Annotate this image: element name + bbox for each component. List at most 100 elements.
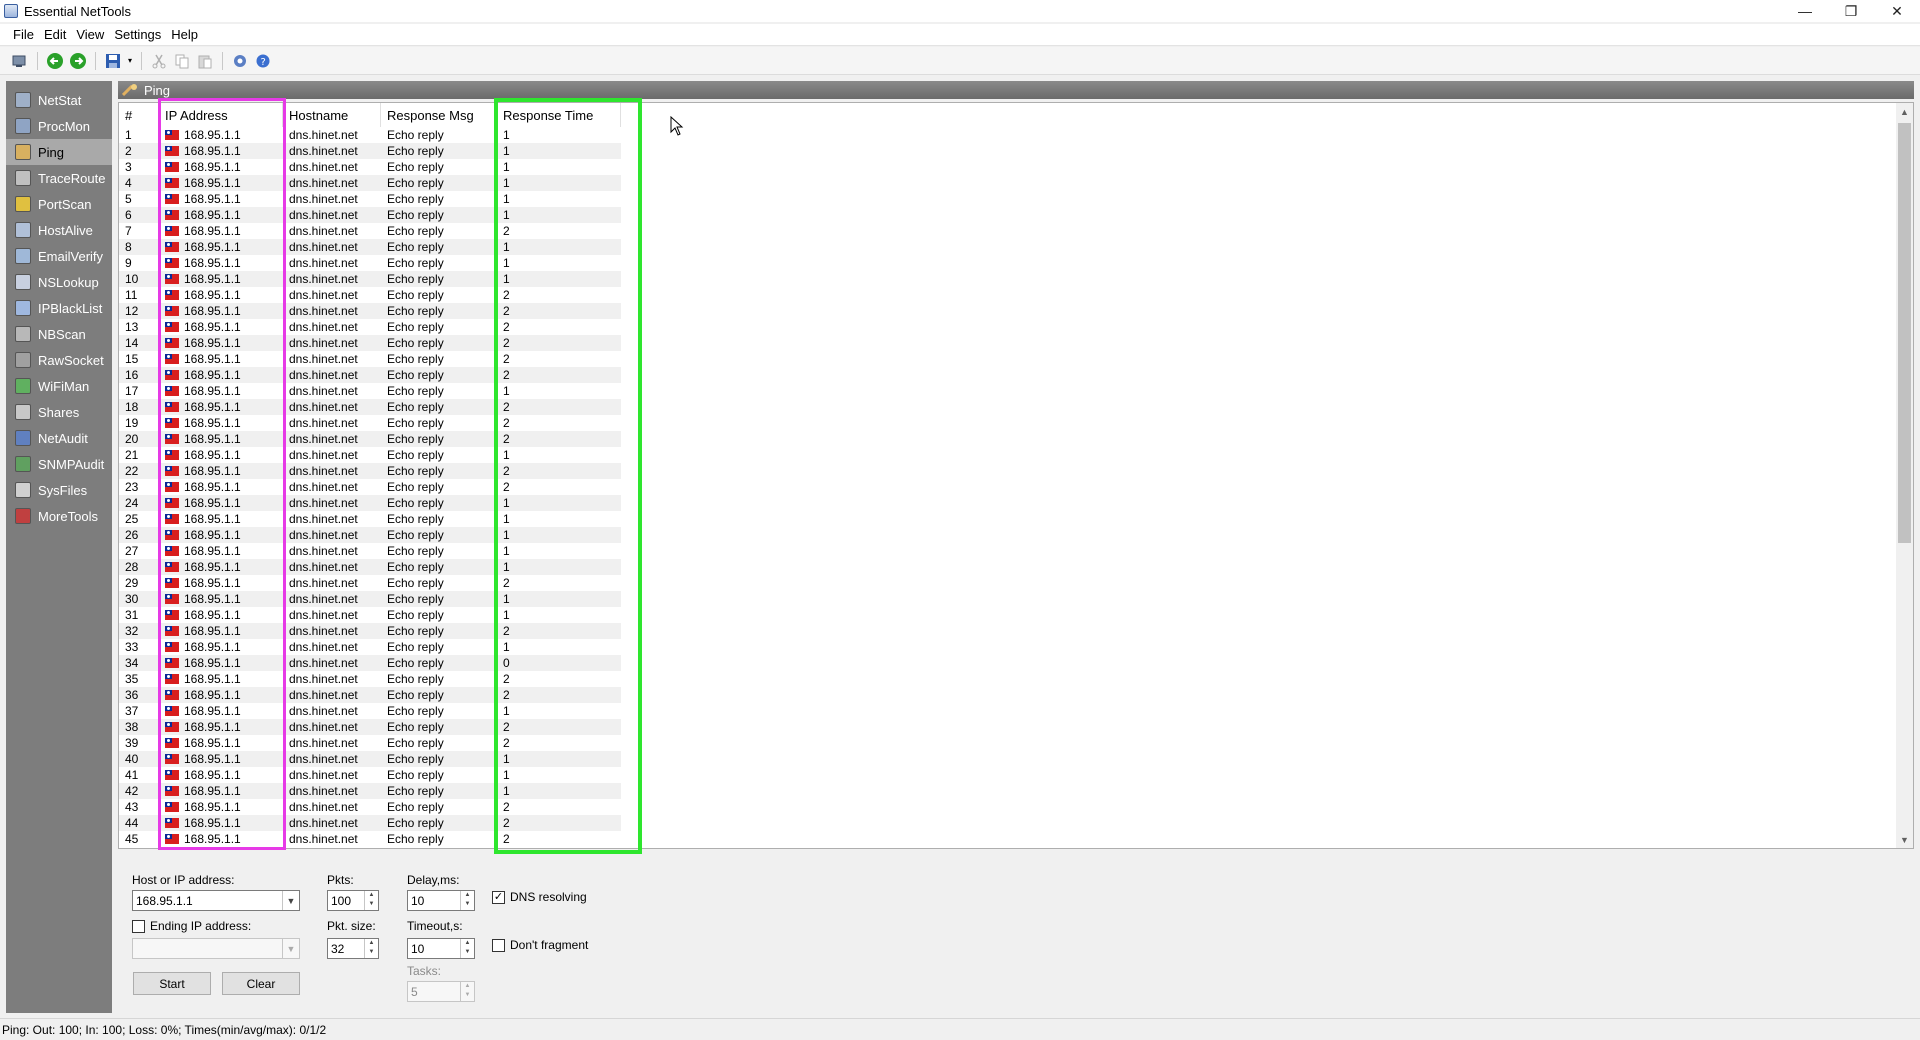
host-combo[interactable]: 168.95.1.1 ▼: [132, 890, 300, 911]
cell-num: 9: [119, 255, 159, 271]
cell-response-msg-text: Echo reply: [387, 592, 444, 606]
tasks-spinner[interactable]: 5 ▲ ▼: [407, 981, 475, 1002]
cell-hostname: dns.hinet.net: [283, 799, 381, 815]
cell-hostname-text: dns.hinet.net: [289, 784, 358, 798]
cell-num-text: 15: [125, 352, 139, 366]
help-icon[interactable]: ?: [253, 51, 273, 71]
chevron-down-icon[interactable]: ▼: [282, 939, 299, 958]
cell-hostname-text: dns.hinet.net: [289, 448, 358, 462]
sidebar-item-shares[interactable]: Shares: [6, 399, 112, 425]
pkts-spinner[interactable]: 100 ▲ ▼: [327, 890, 379, 911]
network-icon[interactable]: [10, 51, 30, 71]
menu-settings[interactable]: Settings: [109, 27, 166, 42]
close-button[interactable]: ✕: [1874, 0, 1920, 22]
sidebar-item-emailverify[interactable]: EmailVerify: [6, 243, 112, 269]
sidebar-item-procmon[interactable]: ProcMon: [6, 113, 112, 139]
cell-num: 32: [119, 623, 159, 639]
cell-hostname: dns.hinet.net: [283, 463, 381, 479]
pktsize-spinner[interactable]: 32 ▲ ▼: [327, 938, 379, 959]
cell-response-msg-text: Echo reply: [387, 352, 444, 366]
cell-response-msg: Echo reply: [381, 815, 497, 831]
cell-num-text: 37: [125, 704, 139, 718]
sysfiles-icon: [15, 482, 31, 498]
cell-hostname-text: dns.hinet.net: [289, 288, 358, 302]
cell-hostname-text: dns.hinet.net: [289, 768, 358, 782]
cell-num-text: 19: [125, 416, 139, 430]
sidebar-item-netaudit[interactable]: NetAudit: [6, 425, 112, 451]
scroll-down-icon[interactable]: ▼: [1896, 831, 1913, 848]
forward-icon[interactable]: [68, 51, 88, 71]
dont-fragment-checkbox[interactable]: [492, 939, 505, 952]
maximize-button[interactable]: ❐: [1828, 0, 1874, 22]
sidebar-item-label: NetStat: [38, 92, 82, 108]
cell-num-text: 12: [125, 304, 139, 318]
settings-icon[interactable]: [230, 51, 250, 71]
cell-hostname: dns.hinet.net: [283, 495, 381, 511]
spinner-arrows-icon[interactable]: ▲ ▼: [460, 982, 474, 1001]
traceroute-icon: [15, 170, 31, 186]
sidebar-item-portscan[interactable]: PortScan: [6, 191, 112, 217]
sidebar-item-label: SysFiles: [38, 482, 88, 498]
cell-num: 42: [119, 783, 159, 799]
back-icon[interactable]: [45, 51, 65, 71]
cell-response-msg-text: Echo reply: [387, 160, 444, 174]
sidebar-item-wifiman[interactable]: WiFiMan: [6, 373, 112, 399]
cell-num: 18: [119, 399, 159, 415]
sidebar-item-rawsocket[interactable]: RawSocket: [6, 347, 112, 373]
dns-resolving-checkbox[interactable]: ✓: [492, 891, 505, 904]
column-header-num[interactable]: #: [119, 103, 159, 127]
cell-response-msg-text: Echo reply: [387, 176, 444, 190]
sidebar-item-moretools[interactable]: MoreTools: [6, 503, 112, 529]
ending-ip-label: Ending IP address:: [150, 919, 252, 933]
ending-ip-checkbox[interactable]: [132, 920, 145, 933]
menu-file[interactable]: File: [8, 27, 39, 42]
minimize-button[interactable]: —: [1782, 0, 1828, 22]
cell-response-msg: Echo reply: [381, 447, 497, 463]
clear-button[interactable]: Clear: [222, 972, 300, 995]
cell-hostname: dns.hinet.net: [283, 783, 381, 799]
menu-help[interactable]: Help: [166, 27, 203, 42]
results-grid[interactable]: # IP Address Hostname Response Msg Respo…: [118, 102, 1914, 849]
sidebar-item-hostalive[interactable]: HostAlive: [6, 217, 112, 243]
spinner-arrows-icon[interactable]: ▲ ▼: [460, 939, 474, 958]
sidebar-item-nbscan[interactable]: NBScan: [6, 321, 112, 347]
start-button[interactable]: Start: [133, 972, 211, 995]
save-dropdown-icon[interactable]: ▾: [126, 51, 134, 71]
cell-hostname-text: dns.hinet.net: [289, 176, 358, 190]
cell-num-text: 21: [125, 448, 139, 462]
sidebar-item-sysfiles[interactable]: SysFiles: [6, 477, 112, 503]
spinner-arrows-icon[interactable]: ▲ ▼: [364, 939, 378, 958]
save-icon[interactable]: [103, 51, 123, 71]
column-header-response-msg[interactable]: Response Msg: [381, 103, 497, 127]
copy-icon[interactable]: [172, 51, 192, 71]
sidebar-item-ping[interactable]: Ping: [6, 139, 112, 165]
chevron-down-icon[interactable]: ▼: [282, 891, 299, 910]
cell-response-msg: Echo reply: [381, 479, 497, 495]
cut-icon[interactable]: [149, 51, 169, 71]
spinner-arrows-icon[interactable]: ▲ ▼: [364, 891, 378, 910]
timeout-spinner[interactable]: 10 ▲ ▼: [407, 938, 475, 959]
cell-num-text: 28: [125, 560, 139, 574]
sidebar-item-netstat[interactable]: NetStat: [6, 87, 112, 113]
ending-ip-combo[interactable]: ▼: [132, 938, 300, 959]
sidebar-item-snmpaudit[interactable]: SNMPAudit: [6, 451, 112, 477]
menu-edit[interactable]: Edit: [39, 27, 71, 42]
cell-hostname: dns.hinet.net: [283, 367, 381, 383]
sidebar-item-label: NBScan: [38, 326, 86, 342]
sidebar-item-nslookup[interactable]: NSLookup: [6, 269, 112, 295]
spinner-arrows-icon[interactable]: ▲ ▼: [460, 891, 474, 910]
cell-response-msg: Echo reply: [381, 591, 497, 607]
panel-header: Ping: [118, 81, 1914, 99]
scrollbar-thumb[interactable]: [1898, 123, 1911, 543]
paste-icon[interactable]: [195, 51, 215, 71]
scroll-up-icon[interactable]: ▲: [1896, 103, 1913, 120]
menu-view[interactable]: View: [71, 27, 109, 42]
sidebar-item-ipblacklist[interactable]: IPBlackList: [6, 295, 112, 321]
vertical-scrollbar[interactable]: ▲ ▼: [1896, 103, 1913, 848]
cell-hostname-text: dns.hinet.net: [289, 832, 358, 846]
cell-num: 17: [119, 383, 159, 399]
delay-spinner[interactable]: 10 ▲ ▼: [407, 890, 475, 911]
column-header-hostname[interactable]: Hostname: [283, 103, 381, 127]
sidebar-item-traceroute[interactable]: TraceRoute: [6, 165, 112, 191]
cell-num: 6: [119, 207, 159, 223]
